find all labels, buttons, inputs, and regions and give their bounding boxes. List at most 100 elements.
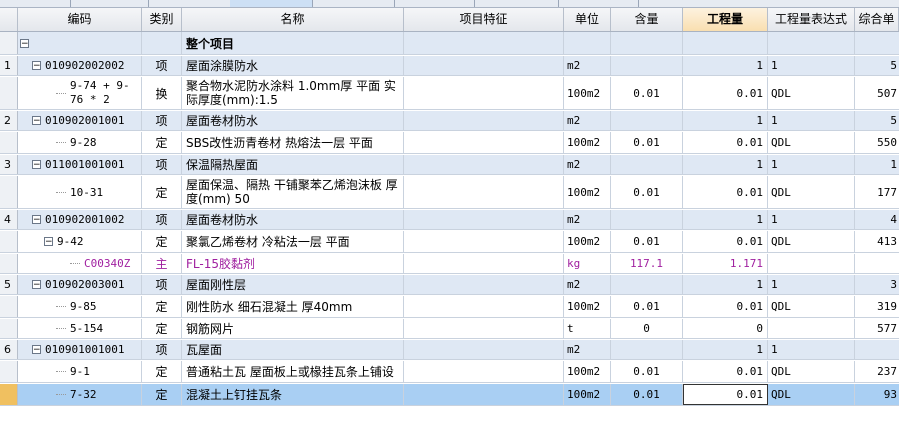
header-content[interactable]: 含量 <box>611 8 683 31</box>
bill-item-row[interactable]: 1−010902002002 项屋面涂膜防水 m2 1 1 5 <box>0 56 899 76</box>
content-cell[interactable]: 0.01 <box>611 231 683 252</box>
unit-cell[interactable]: m2 <box>564 275 611 294</box>
name-cell[interactable]: FL-15胶黏剂 <box>182 254 404 273</box>
unit-cell[interactable]: m2 <box>564 155 611 174</box>
type-cell[interactable]: 项 <box>142 155 182 174</box>
tab[interactable] <box>0 0 71 7</box>
quantity-cell[interactable]: 0.01 <box>683 132 768 153</box>
unit-cell[interactable]: 100m2 <box>564 384 611 405</box>
content-cell[interactable]: 0.01 <box>611 384 683 405</box>
name-cell[interactable]: 屋面刚性层 <box>182 275 404 294</box>
header-name[interactable]: 名称 <box>182 8 404 31</box>
price-cell[interactable]: 507 <box>855 77 899 109</box>
code-cell[interactable]: 5-154 <box>18 319 142 338</box>
bill-item-row[interactable]: 6−010901001001 项瓦屋面 m2 1 1 <box>0 340 899 360</box>
expression-cell[interactable]: QDL <box>768 361 855 382</box>
expression-cell[interactable] <box>768 254 855 273</box>
price-cell[interactable]: 5 <box>855 111 899 130</box>
collapse-icon[interactable]: − <box>32 280 41 290</box>
header-quantity[interactable]: 工程量 <box>683 8 768 31</box>
tab[interactable] <box>312 0 395 7</box>
collapse-icon[interactable]: − <box>32 215 41 225</box>
feature-cell[interactable] <box>404 319 564 338</box>
name-cell[interactable]: SBS改性沥青卷材 热熔法一层 平面 <box>182 132 404 153</box>
expression-cell[interactable]: 1 <box>768 155 855 174</box>
unit-cell[interactable]: 100m2 <box>564 176 611 208</box>
type-cell[interactable]: 定 <box>142 231 182 252</box>
type-cell[interactable]: 定 <box>142 361 182 382</box>
feature-cell[interactable] <box>404 384 564 405</box>
feature-cell[interactable] <box>404 340 564 359</box>
price-cell[interactable]: 3 <box>855 275 899 294</box>
tab[interactable] <box>558 0 639 7</box>
quantity-cell[interactable]: 0.01 <box>683 296 768 317</box>
expression-cell[interactable]: 1 <box>768 56 855 75</box>
type-cell[interactable]: 换 <box>142 77 182 109</box>
quota-row[interactable]: C00340Z 主 FL-15胶黏剂 kg 117.1 1.171 <box>0 254 899 274</box>
name-cell[interactable]: 普通粘土瓦 屋面板上或椽挂瓦条上铺设 <box>182 361 404 382</box>
feature-cell[interactable] <box>404 275 564 294</box>
collapse-icon[interactable]: − <box>32 345 41 355</box>
bill-item-row[interactable]: 4−010902001002 项屋面卷材防水 m2 1 1 4 <box>0 210 899 230</box>
quantity-cell[interactable]: 1 <box>683 111 768 130</box>
type-cell[interactable]: 定 <box>142 319 182 338</box>
header-price[interactable]: 综合单 <box>855 8 899 31</box>
price-cell[interactable]: 177 <box>855 176 899 208</box>
content-cell[interactable]: 0 <box>611 319 683 338</box>
price-cell[interactable]: 413 <box>855 231 899 252</box>
quantity-cell[interactable]: 0.01 <box>683 176 768 208</box>
content-cell[interactable] <box>611 56 683 75</box>
quantity-cell[interactable]: 1.171 <box>683 254 768 273</box>
unit-cell[interactable]: m2 <box>564 210 611 229</box>
quantity-cell[interactable]: 0.01 <box>683 231 768 252</box>
feature-cell[interactable] <box>404 77 564 109</box>
code-cell[interactable]: 9-28 <box>18 132 142 153</box>
unit-cell[interactable]: 100m2 <box>564 132 611 153</box>
feature-cell[interactable] <box>404 111 564 130</box>
name-cell[interactable]: 屋面卷材防水 <box>182 210 404 229</box>
quota-row[interactable]: 7-32 定混凝土上钉挂瓦条 100m2 0.01 0.01 QDL 93 <box>0 384 899 406</box>
content-cell[interactable] <box>611 275 683 294</box>
quantity-cell[interactable]: 1 <box>683 275 768 294</box>
expression-cell[interactable]: QDL <box>768 176 855 208</box>
header-type[interactable]: 类别 <box>142 8 182 31</box>
type-cell[interactable]: 项 <box>142 210 182 229</box>
content-cell[interactable]: 0.01 <box>611 176 683 208</box>
expression-cell[interactable]: 1 <box>768 275 855 294</box>
collapse-icon[interactable]: − <box>32 116 41 126</box>
expression-cell[interactable]: 1 <box>768 210 855 229</box>
name-cell[interactable]: 聚氯乙烯卷材 冷粘法一层 平面 <box>182 231 404 252</box>
unit-cell[interactable]: 100m2 <box>564 361 611 382</box>
unit-cell[interactable]: m2 <box>564 56 611 75</box>
quantity-cell[interactable]: 1 <box>683 210 768 229</box>
code-cell[interactable]: −010902002002 <box>18 56 142 75</box>
header-code[interactable]: 编码 <box>18 8 142 31</box>
feature-cell[interactable] <box>404 155 564 174</box>
code-cell[interactable]: 9-74 + 9-76 * 2 <box>18 77 142 109</box>
quantity-cell[interactable]: 1 <box>683 340 768 359</box>
quota-row[interactable]: 10-31 定屋面保温、隔热 干铺聚苯乙烯泡沫板 厚度(mm) 50 100m2 0.… <box>0 176 899 209</box>
feature-cell[interactable] <box>404 296 564 317</box>
quantity-cell[interactable]: 1 <box>683 155 768 174</box>
code-cell[interactable]: −010902001002 <box>18 210 142 229</box>
name-cell[interactable]: 屋面涂膜防水 <box>182 56 404 75</box>
code-cell[interactable]: C00340Z <box>18 254 142 273</box>
header-feature[interactable]: 项目特征 <box>404 8 564 31</box>
tab[interactable] <box>474 0 559 7</box>
price-cell[interactable]: 93 <box>855 384 899 405</box>
code-cell[interactable]: −010901001001 <box>18 340 142 359</box>
price-cell[interactable] <box>855 340 899 359</box>
price-cell[interactable] <box>855 254 899 273</box>
tab[interactable] <box>70 0 149 7</box>
unit-cell[interactable]: 100m2 <box>564 296 611 317</box>
content-cell[interactable] <box>611 111 683 130</box>
code-cell[interactable]: −011001001001 <box>18 155 142 174</box>
price-cell[interactable]: 577 <box>855 319 899 338</box>
feature-cell[interactable] <box>404 361 564 382</box>
collapse-icon[interactable]: − <box>32 160 41 170</box>
unit-cell[interactable]: m2 <box>564 340 611 359</box>
expression-cell[interactable]: QDL <box>768 384 855 405</box>
bill-item-row[interactable]: 2−010902001001 项屋面卷材防水 m2 1 1 5 <box>0 111 899 131</box>
feature-cell[interactable] <box>404 254 564 273</box>
price-cell[interactable]: 319 <box>855 296 899 317</box>
